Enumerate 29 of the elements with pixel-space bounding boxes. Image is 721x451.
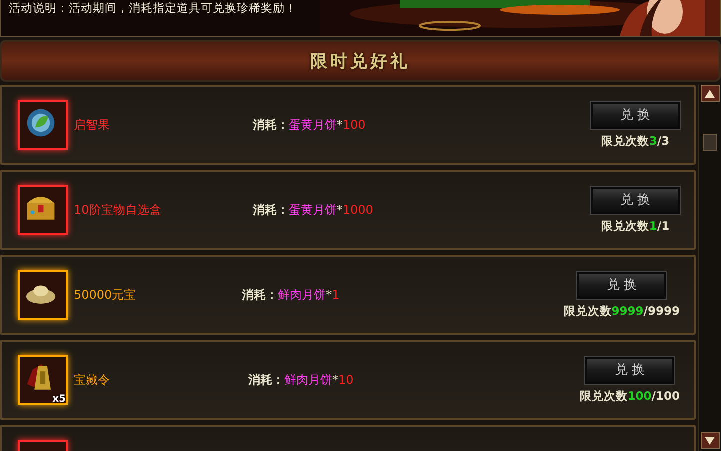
scroll-down-button[interactable] (700, 432, 720, 449)
cost-text: 消耗：鲜肉月饼*1 (242, 286, 341, 304)
exchange-limit: 限兑次数1/1 (601, 218, 670, 234)
exchange-limit: 限兑次数100/100 (580, 388, 680, 404)
down-arrow-icon (705, 436, 715, 444)
section-title: 限时兑好礼 (310, 50, 410, 72)
item-slot[interactable] (18, 100, 68, 150)
activity-description: 活动说明：活动期间，消耗指定道具可兑换珍稀奖励！ (8, 0, 297, 16)
quantity-label: x5 (52, 394, 66, 405)
cost-text: 消耗：蛋黄月饼*1000 (252, 202, 374, 218)
item-slot[interactable] (18, 185, 68, 235)
scrollbar[interactable] (698, 85, 721, 451)
exchange-button[interactable]: 兑 换 (577, 272, 666, 298)
item-slot[interactable]: x5 (18, 355, 68, 405)
item-slot[interactable] (18, 270, 68, 320)
item-name: 10阶宝物自选盒 (74, 202, 162, 218)
exchange-limit: 限兑次数9999/9999 (564, 304, 680, 318)
scroll-thumb[interactable] (703, 134, 717, 150)
exchange-button[interactable]: 兑 换 (591, 186, 680, 214)
item-name: 50000元宝 (74, 286, 138, 304)
exchange-button[interactable]: 兑 换 (585, 356, 674, 384)
exchange-limit: 限兑次数3/3 (601, 134, 670, 148)
up-arrow-icon (705, 90, 715, 98)
item-name: 启智果 (74, 116, 111, 134)
cost-text: 消耗：鲜肉月饼*10 (248, 372, 355, 388)
scroll-up-button[interactable] (700, 85, 720, 102)
cost-text: 消耗：蛋黄月饼*100 (252, 116, 367, 134)
exchange-button[interactable]: 兑 换 (591, 102, 680, 128)
item-name: 宝藏令 (74, 372, 111, 388)
